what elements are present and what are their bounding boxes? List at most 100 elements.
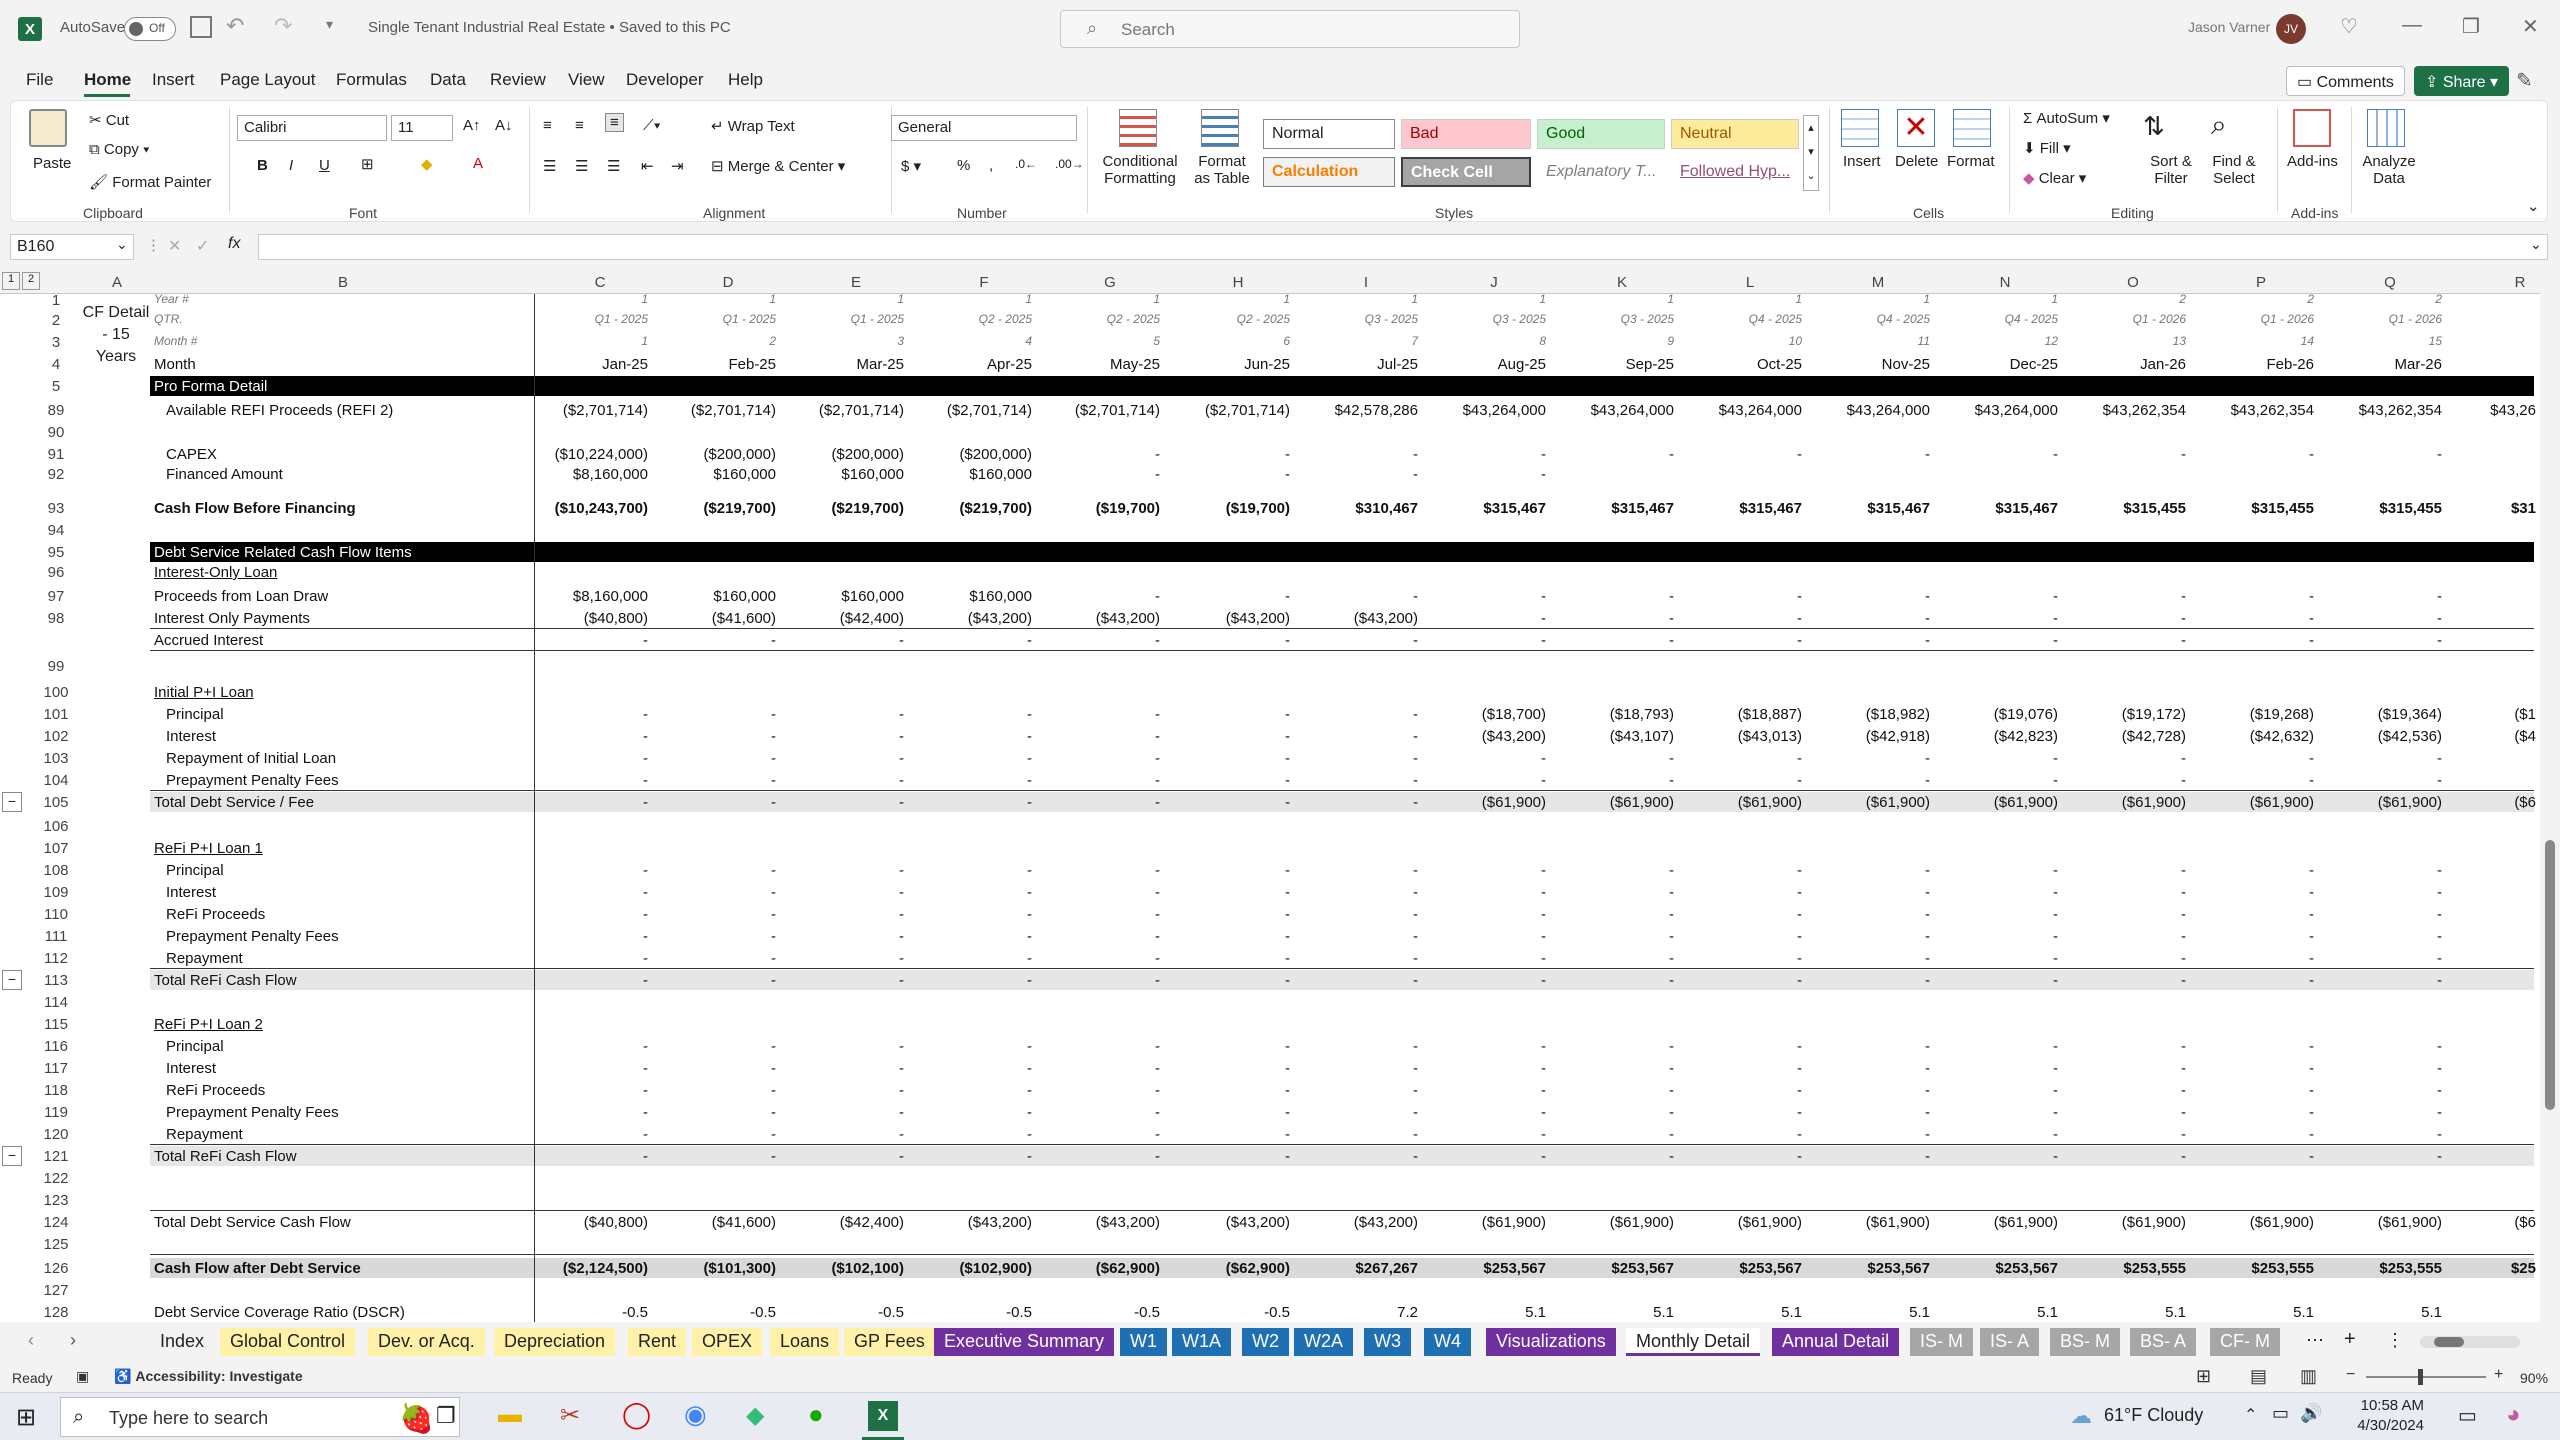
cell-value[interactable]: ($61,900): [1692, 1214, 1802, 1231]
row-header[interactable]: 96: [36, 564, 76, 581]
cell-value[interactable]: -: [794, 772, 904, 789]
cell-value[interactable]: ($19,268): [2204, 706, 2314, 723]
cell-value[interactable]: $43,262,354: [2076, 402, 2186, 419]
cell-value[interactable]: -: [2332, 750, 2442, 767]
cell-value[interactable]: $43,264,000: [1564, 402, 1674, 419]
cell-value[interactable]: ($2,124,500): [538, 1260, 648, 1277]
cell-value[interactable]: -: [1948, 1082, 2058, 1099]
tab-view[interactable]: View: [568, 70, 605, 90]
header-cell-month_num[interactable]: 11: [1820, 334, 1930, 348]
cell-value[interactable]: -: [2076, 1126, 2186, 1143]
cell-value[interactable]: -: [666, 1038, 776, 1055]
cell-value[interactable]: -: [538, 1126, 648, 1143]
row-header[interactable]: 109: [36, 884, 76, 901]
header-cell-month[interactable]: Aug-25: [1436, 356, 1546, 373]
sheet-tab[interactable]: BS- A: [2130, 1328, 2197, 1356]
cell-value[interactable]: -: [1180, 772, 1290, 789]
zoom-level[interactable]: 90%: [2520, 1370, 2548, 1386]
cell-value[interactable]: -: [922, 1082, 1032, 1099]
borders-icon[interactable]: ⊞: [361, 155, 374, 173]
header-cell-month_num[interactable]: 2: [666, 334, 776, 348]
sheet-tab[interactable]: Dev. or Acq.: [368, 1328, 485, 1356]
cell-value[interactable]: -: [1948, 632, 2058, 649]
cell-value[interactable]: -: [1692, 972, 1802, 989]
style-check-cell[interactable]: Check Cell: [1401, 157, 1531, 187]
cell-value[interactable]: -: [2332, 1082, 2442, 1099]
cell-value[interactable]: $160,000: [922, 588, 1032, 605]
decrease-decimal-icon[interactable]: .00→: [1055, 157, 1084, 171]
cell-value[interactable]: -: [1308, 1126, 1418, 1143]
cell-value[interactable]: -: [1692, 1126, 1802, 1143]
cell-value[interactable]: -: [1692, 906, 1802, 923]
column-header-c[interactable]: C: [580, 274, 620, 291]
cell-value[interactable]: -: [922, 1060, 1032, 1077]
format-as-table-button[interactable]: Format as Table: [1189, 153, 1255, 187]
cell-value[interactable]: ($2,701,714): [666, 402, 776, 419]
cell-value[interactable]: -: [1948, 950, 2058, 967]
cell-value[interactable]: -: [1308, 1038, 1418, 1055]
row-label[interactable]: Total ReFi Cash Flow: [154, 972, 297, 989]
row-label[interactable]: ReFi P+I Loan 2: [154, 1016, 263, 1033]
header-cell-month[interactable]: Apr-25: [922, 356, 1032, 373]
name-box-dropdown-icon[interactable]: ⌄: [116, 236, 128, 253]
cell-value[interactable]: -: [1564, 906, 1674, 923]
cell-value[interactable]: -: [1436, 972, 1546, 989]
cell-value[interactable]: -: [1050, 928, 1160, 945]
cell-value[interactable]: -: [2332, 862, 2442, 879]
add-ins-icon[interactable]: [2293, 109, 2331, 147]
cell-value[interactable]: ($61,900): [2076, 1214, 2186, 1231]
row-header[interactable]: 95: [36, 544, 76, 561]
wrap-text-button[interactable]: ↵ Wrap Text: [711, 117, 795, 135]
style-normal[interactable]: Normal: [1263, 119, 1395, 149]
cell-value[interactable]: -: [2204, 1038, 2314, 1055]
cell-value[interactable]: -: [1820, 1126, 1930, 1143]
cell-value[interactable]: -: [794, 1126, 904, 1143]
comments-button[interactable]: ▭ Comments: [2286, 66, 2405, 96]
sheet-tab[interactable]: W4: [1424, 1328, 1471, 1356]
cell-value[interactable]: -: [2332, 1104, 2442, 1121]
cell-value[interactable]: -: [1692, 928, 1802, 945]
cell-value[interactable]: -: [794, 972, 904, 989]
cell-value[interactable]: $42,578,286: [1308, 402, 1418, 419]
cell-value[interactable]: -: [1050, 728, 1160, 745]
cell-value[interactable]: -: [1820, 862, 1930, 879]
cell-value[interactable]: -: [1436, 466, 1546, 483]
cell-value[interactable]: -: [1564, 632, 1674, 649]
cell-value[interactable]: -: [2076, 750, 2186, 767]
header-cell-qtr[interactable]: Q3 - 2025: [1308, 312, 1418, 326]
cell-value[interactable]: ($6: [2426, 1214, 2536, 1231]
cell-value[interactable]: -: [1308, 750, 1418, 767]
align-middle-icon[interactable]: ≡: [575, 117, 584, 134]
cell-value[interactable]: ($42,400): [794, 610, 904, 627]
sheet-tab[interactable]: W1A: [1172, 1328, 1232, 1356]
header-cell-month[interactable]: Mar-26: [2332, 356, 2442, 373]
cell-value[interactable]: -: [1050, 632, 1160, 649]
cell-value[interactable]: $315,467: [1436, 500, 1546, 517]
column-header-p[interactable]: P: [2241, 274, 2281, 291]
cell-value[interactable]: -: [1436, 1126, 1546, 1143]
row-header[interactable]: 120: [36, 1126, 76, 1143]
autosave-toggle[interactable]: Off: [124, 17, 176, 41]
delete-cells-button[interactable]: Delete: [1895, 153, 1938, 170]
align-right-icon[interactable]: ☰: [607, 157, 620, 175]
cell-value[interactable]: -: [1564, 772, 1674, 789]
cell-value[interactable]: -: [1436, 750, 1546, 767]
sheet-tab[interactable]: W3: [1364, 1328, 1411, 1356]
column-header-j[interactable]: J: [1474, 274, 1514, 291]
cell-value[interactable]: -: [794, 728, 904, 745]
cell-value[interactable]: ($4: [2426, 728, 2536, 745]
cell-value[interactable]: $25: [2426, 1260, 2536, 1277]
cell-value[interactable]: -: [666, 706, 776, 723]
cell-value[interactable]: -: [1308, 588, 1418, 605]
row-header[interactable]: 126: [36, 1260, 76, 1277]
formula-input[interactable]: [258, 234, 2548, 260]
row-header[interactable]: 4: [36, 356, 76, 373]
excel-taskbar-icon[interactable]: X: [868, 1401, 898, 1431]
cell-value[interactable]: -: [1180, 1038, 1290, 1055]
cell-value[interactable]: $253,567: [1820, 1260, 1930, 1277]
row-header[interactable]: 5: [36, 378, 76, 395]
header-cell-month_num[interactable]: 12: [1948, 334, 2058, 348]
cell-value[interactable]: ($42,823): [1948, 728, 2058, 745]
cell-value[interactable]: -: [1436, 1038, 1546, 1055]
cell-value[interactable]: -: [1436, 772, 1546, 789]
